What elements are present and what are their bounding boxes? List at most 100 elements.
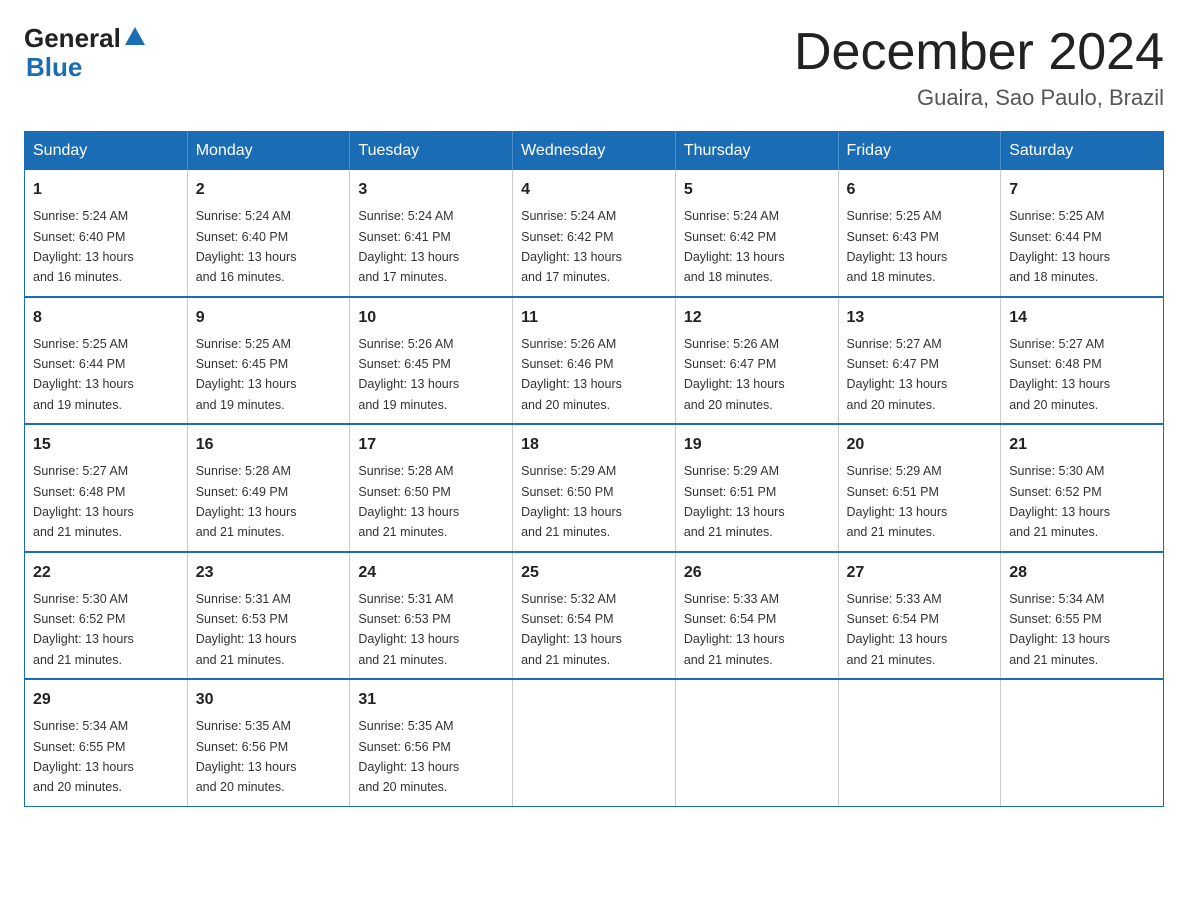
col-thursday: Thursday	[675, 132, 838, 171]
day-info: Sunrise: 5:25 AM Sunset: 6:44 PM Dayligh…	[1009, 209, 1110, 284]
table-row: 13 Sunrise: 5:27 AM Sunset: 6:47 PM Dayl…	[838, 297, 1001, 425]
table-row: 30 Sunrise: 5:35 AM Sunset: 6:56 PM Dayl…	[187, 679, 350, 806]
day-info: Sunrise: 5:27 AM Sunset: 6:48 PM Dayligh…	[1009, 337, 1110, 412]
day-info: Sunrise: 5:24 AM Sunset: 6:42 PM Dayligh…	[684, 209, 785, 284]
table-row: 12 Sunrise: 5:26 AM Sunset: 6:47 PM Dayl…	[675, 297, 838, 425]
location-subtitle: Guaira, Sao Paulo, Brazil	[794, 85, 1164, 111]
table-row	[675, 679, 838, 806]
day-info: Sunrise: 5:31 AM Sunset: 6:53 PM Dayligh…	[196, 592, 297, 667]
month-title: December 2024	[794, 24, 1164, 81]
day-info: Sunrise: 5:29 AM Sunset: 6:51 PM Dayligh…	[847, 464, 948, 539]
table-row	[838, 679, 1001, 806]
table-row: 5 Sunrise: 5:24 AM Sunset: 6:42 PM Dayli…	[675, 170, 838, 297]
day-info: Sunrise: 5:33 AM Sunset: 6:54 PM Dayligh…	[684, 592, 785, 667]
day-number: 9	[196, 306, 342, 330]
table-row: 23 Sunrise: 5:31 AM Sunset: 6:53 PM Dayl…	[187, 552, 350, 680]
table-row: 20 Sunrise: 5:29 AM Sunset: 6:51 PM Dayl…	[838, 424, 1001, 552]
day-info: Sunrise: 5:29 AM Sunset: 6:51 PM Dayligh…	[684, 464, 785, 539]
day-info: Sunrise: 5:24 AM Sunset: 6:40 PM Dayligh…	[33, 209, 134, 284]
day-number: 2	[196, 178, 342, 202]
table-row: 10 Sunrise: 5:26 AM Sunset: 6:45 PM Dayl…	[350, 297, 513, 425]
table-row: 22 Sunrise: 5:30 AM Sunset: 6:52 PM Dayl…	[25, 552, 188, 680]
day-info: Sunrise: 5:25 AM Sunset: 6:45 PM Dayligh…	[196, 337, 297, 412]
table-row	[513, 679, 676, 806]
day-info: Sunrise: 5:27 AM Sunset: 6:48 PM Dayligh…	[33, 464, 134, 539]
day-info: Sunrise: 5:24 AM Sunset: 6:42 PM Dayligh…	[521, 209, 622, 284]
day-number: 29	[33, 688, 179, 712]
day-number: 11	[521, 306, 667, 330]
day-info: Sunrise: 5:30 AM Sunset: 6:52 PM Dayligh…	[1009, 464, 1110, 539]
day-number: 27	[847, 561, 993, 585]
day-number: 31	[358, 688, 504, 712]
day-number: 25	[521, 561, 667, 585]
day-info: Sunrise: 5:25 AM Sunset: 6:44 PM Dayligh…	[33, 337, 134, 412]
table-row: 24 Sunrise: 5:31 AM Sunset: 6:53 PM Dayl…	[350, 552, 513, 680]
table-row: 19 Sunrise: 5:29 AM Sunset: 6:51 PM Dayl…	[675, 424, 838, 552]
day-number: 17	[358, 433, 504, 457]
table-row: 9 Sunrise: 5:25 AM Sunset: 6:45 PM Dayli…	[187, 297, 350, 425]
day-number: 20	[847, 433, 993, 457]
table-row: 31 Sunrise: 5:35 AM Sunset: 6:56 PM Dayl…	[350, 679, 513, 806]
col-tuesday: Tuesday	[350, 132, 513, 171]
logo-triangle-icon	[125, 27, 145, 45]
table-row: 28 Sunrise: 5:34 AM Sunset: 6:55 PM Dayl…	[1001, 552, 1164, 680]
day-info: Sunrise: 5:34 AM Sunset: 6:55 PM Dayligh…	[33, 719, 134, 794]
day-number: 8	[33, 306, 179, 330]
day-info: Sunrise: 5:34 AM Sunset: 6:55 PM Dayligh…	[1009, 592, 1110, 667]
logo-general: General	[24, 24, 121, 53]
table-row: 11 Sunrise: 5:26 AM Sunset: 6:46 PM Dayl…	[513, 297, 676, 425]
day-info: Sunrise: 5:24 AM Sunset: 6:41 PM Dayligh…	[358, 209, 459, 284]
calendar-header-row: Sunday Monday Tuesday Wednesday Thursday…	[25, 132, 1164, 171]
day-number: 14	[1009, 306, 1155, 330]
page-header: General Blue December 2024 Guaira, Sao P…	[24, 24, 1164, 111]
calendar-week-row: 22 Sunrise: 5:30 AM Sunset: 6:52 PM Dayl…	[25, 552, 1164, 680]
day-info: Sunrise: 5:33 AM Sunset: 6:54 PM Dayligh…	[847, 592, 948, 667]
day-number: 16	[196, 433, 342, 457]
day-number: 30	[196, 688, 342, 712]
day-number: 23	[196, 561, 342, 585]
table-row: 3 Sunrise: 5:24 AM Sunset: 6:41 PM Dayli…	[350, 170, 513, 297]
col-monday: Monday	[187, 132, 350, 171]
day-number: 19	[684, 433, 830, 457]
day-number: 3	[358, 178, 504, 202]
day-number: 7	[1009, 178, 1155, 202]
day-number: 28	[1009, 561, 1155, 585]
col-saturday: Saturday	[1001, 132, 1164, 171]
day-info: Sunrise: 5:32 AM Sunset: 6:54 PM Dayligh…	[521, 592, 622, 667]
table-row: 14 Sunrise: 5:27 AM Sunset: 6:48 PM Dayl…	[1001, 297, 1164, 425]
day-number: 22	[33, 561, 179, 585]
table-row	[1001, 679, 1164, 806]
day-info: Sunrise: 5:26 AM Sunset: 6:46 PM Dayligh…	[521, 337, 622, 412]
table-row: 6 Sunrise: 5:25 AM Sunset: 6:43 PM Dayli…	[838, 170, 1001, 297]
day-number: 24	[358, 561, 504, 585]
day-number: 4	[521, 178, 667, 202]
table-row: 8 Sunrise: 5:25 AM Sunset: 6:44 PM Dayli…	[25, 297, 188, 425]
day-info: Sunrise: 5:26 AM Sunset: 6:47 PM Dayligh…	[684, 337, 785, 412]
day-number: 10	[358, 306, 504, 330]
day-number: 13	[847, 306, 993, 330]
day-number: 12	[684, 306, 830, 330]
table-row: 29 Sunrise: 5:34 AM Sunset: 6:55 PM Dayl…	[25, 679, 188, 806]
calendar-week-row: 29 Sunrise: 5:34 AM Sunset: 6:55 PM Dayl…	[25, 679, 1164, 806]
table-row: 18 Sunrise: 5:29 AM Sunset: 6:50 PM Dayl…	[513, 424, 676, 552]
table-row: 2 Sunrise: 5:24 AM Sunset: 6:40 PM Dayli…	[187, 170, 350, 297]
table-row: 4 Sunrise: 5:24 AM Sunset: 6:42 PM Dayli…	[513, 170, 676, 297]
table-row: 1 Sunrise: 5:24 AM Sunset: 6:40 PM Dayli…	[25, 170, 188, 297]
calendar-week-row: 15 Sunrise: 5:27 AM Sunset: 6:48 PM Dayl…	[25, 424, 1164, 552]
logo: General Blue	[24, 24, 145, 81]
title-area: December 2024 Guaira, Sao Paulo, Brazil	[794, 24, 1164, 111]
day-info: Sunrise: 5:25 AM Sunset: 6:43 PM Dayligh…	[847, 209, 948, 284]
table-row: 26 Sunrise: 5:33 AM Sunset: 6:54 PM Dayl…	[675, 552, 838, 680]
table-row: 21 Sunrise: 5:30 AM Sunset: 6:52 PM Dayl…	[1001, 424, 1164, 552]
day-info: Sunrise: 5:35 AM Sunset: 6:56 PM Dayligh…	[358, 719, 459, 794]
table-row: 17 Sunrise: 5:28 AM Sunset: 6:50 PM Dayl…	[350, 424, 513, 552]
col-wednesday: Wednesday	[513, 132, 676, 171]
calendar-week-row: 8 Sunrise: 5:25 AM Sunset: 6:44 PM Dayli…	[25, 297, 1164, 425]
table-row: 27 Sunrise: 5:33 AM Sunset: 6:54 PM Dayl…	[838, 552, 1001, 680]
col-friday: Friday	[838, 132, 1001, 171]
day-number: 18	[521, 433, 667, 457]
day-info: Sunrise: 5:28 AM Sunset: 6:49 PM Dayligh…	[196, 464, 297, 539]
day-number: 1	[33, 178, 179, 202]
day-info: Sunrise: 5:26 AM Sunset: 6:45 PM Dayligh…	[358, 337, 459, 412]
calendar-week-row: 1 Sunrise: 5:24 AM Sunset: 6:40 PM Dayli…	[25, 170, 1164, 297]
